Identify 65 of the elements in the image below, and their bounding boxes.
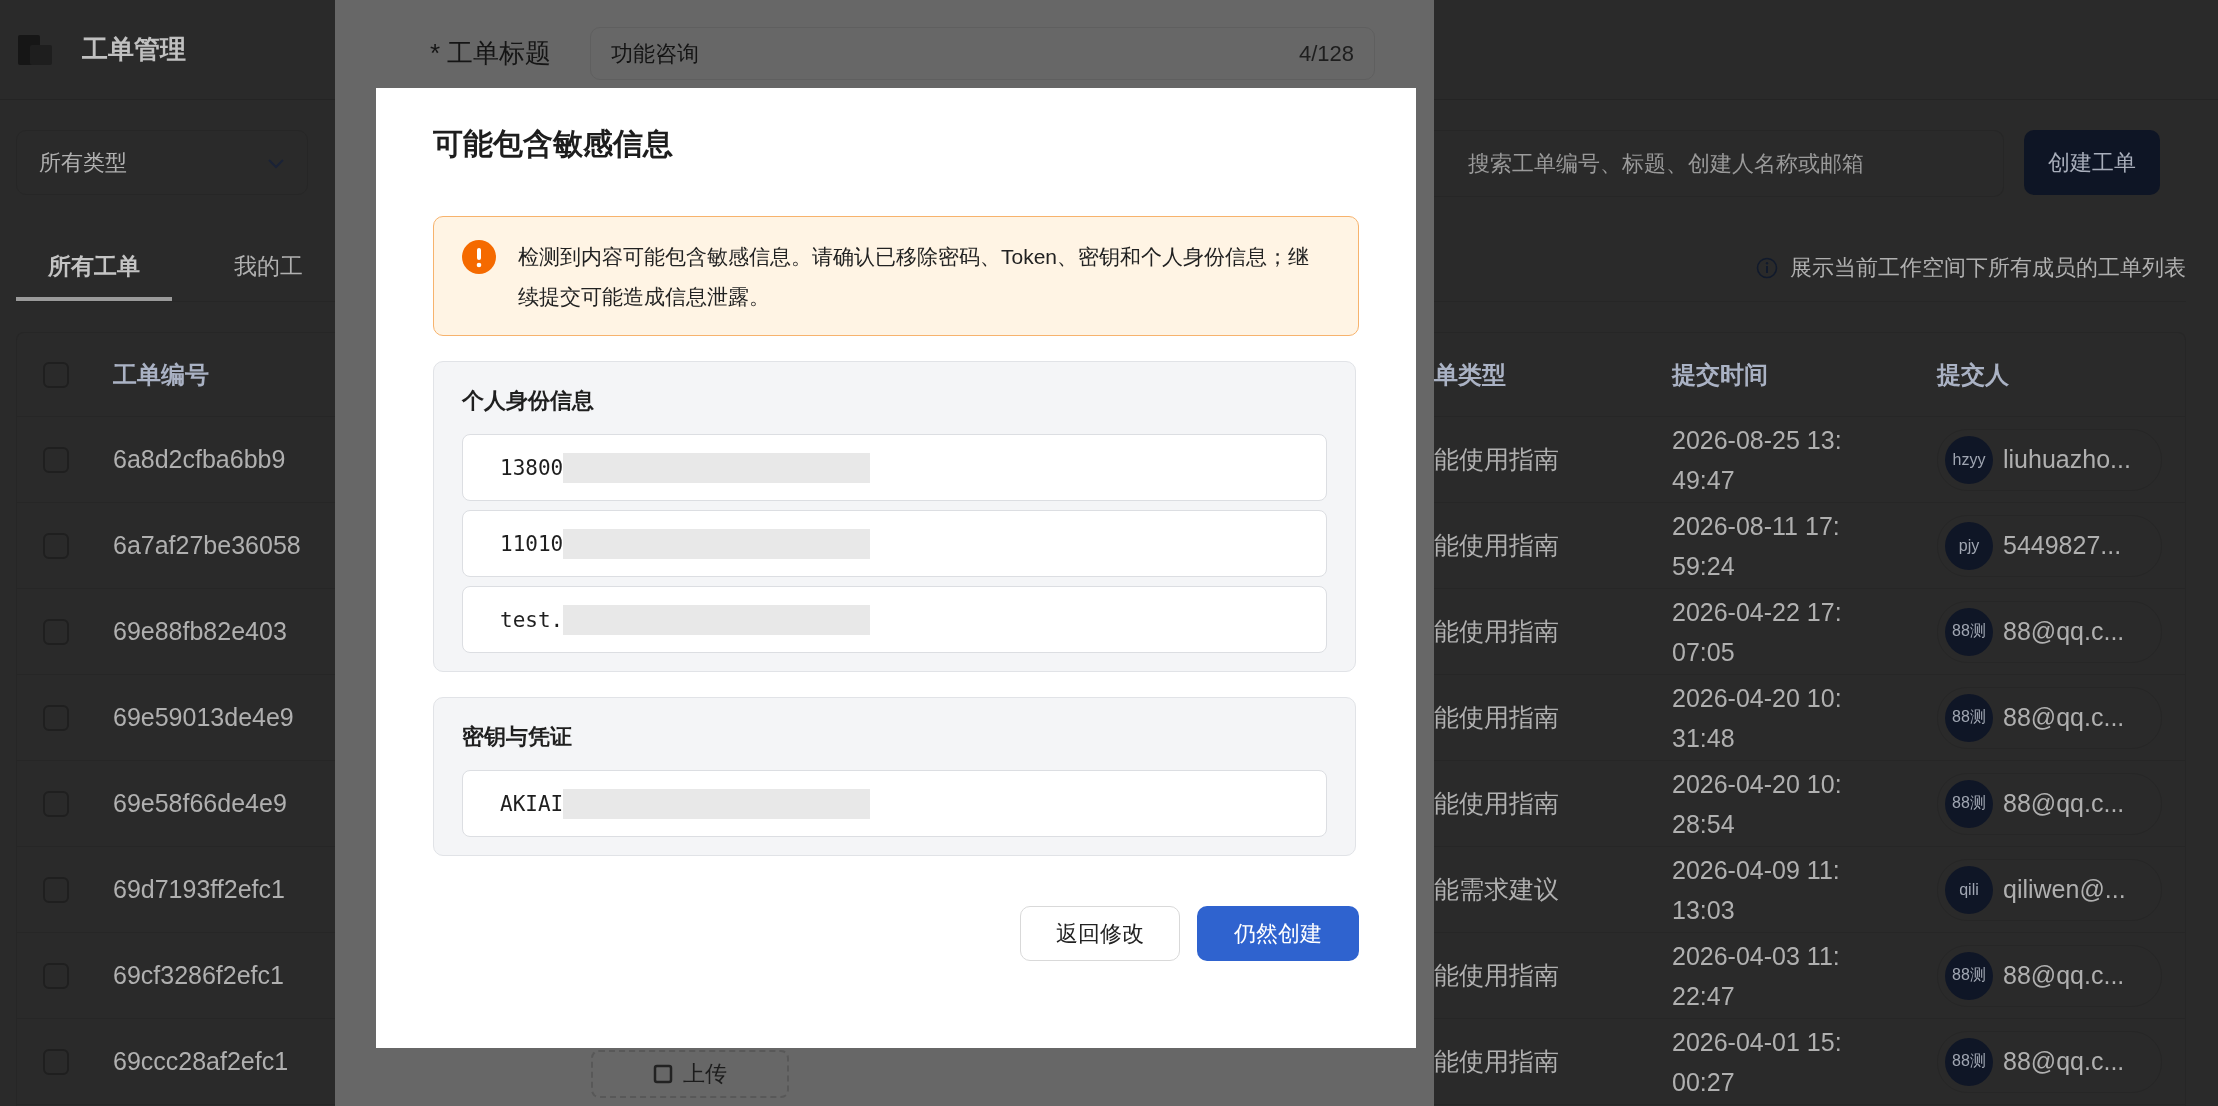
avatar: 88测 xyxy=(1945,779,1993,828)
table-cell-text: 2026-04-20 10:31:48 xyxy=(1672,682,1843,754)
table-cell-text: 能使用指南 xyxy=(1434,530,1560,561)
avatar: 88测 xyxy=(1945,1037,1993,1086)
table-cell-text: 2026-04-01 15:00:27 xyxy=(1672,1026,1843,1098)
avatar: qili xyxy=(1945,865,1993,914)
table-cell: 69e59013de4e9 xyxy=(113,703,294,732)
create-button[interactable]: 创建工单 xyxy=(2024,130,2160,195)
field-label: * 工单标题 xyxy=(430,37,553,70)
avatar: 88测 xyxy=(1945,951,1993,1000)
table-cell: 69ccc28af2efc1 xyxy=(113,1047,289,1076)
info-icon xyxy=(1756,257,1778,279)
table-cell-text: 能使用指南 xyxy=(1434,702,1560,733)
section-heading: 个人身份信息 xyxy=(462,387,595,415)
table-cell-text: 能使用指南 xyxy=(1434,960,1560,991)
user-name: 88@qq.c... xyxy=(2003,703,2125,732)
table-cell-text: 能使用指南 xyxy=(1434,1046,1560,1077)
table-cell-text: 2026-04-22 17:07:05 xyxy=(1672,596,1843,668)
column-header: 工单编号 xyxy=(113,359,209,390)
column-header: 提交时间 xyxy=(1672,359,1769,390)
tab[interactable]: 所有工单 xyxy=(16,235,172,301)
user-name: 88@qq.c... xyxy=(2003,789,2125,818)
table-cell-text: 2026-08-11 17:59:24 xyxy=(1672,510,1841,582)
back-button[interactable]: 返回修改 xyxy=(1020,906,1180,961)
table-cell-text: 能使用指南 xyxy=(1434,444,1560,475)
table-cell-text: 2026-04-09 11:13:03 xyxy=(1672,854,1841,926)
table-cell-text: 能使用指南 xyxy=(1434,616,1560,647)
table-cell: 69e58f66de4e9 xyxy=(113,789,287,818)
table-cell: 69d7193ff2efc1 xyxy=(113,875,285,904)
table-cell-text: 2026-04-20 10:28:54 xyxy=(1672,768,1843,840)
table-cell: 69cf3286f2efc1 xyxy=(113,961,284,990)
table-cell: 6a8d2cfba6bb9 xyxy=(113,445,286,474)
avatar: 88测 xyxy=(1945,693,1993,742)
table-cell: 6a7af27be36058 xyxy=(113,531,301,560)
table-cell: 69e88fb82e403 xyxy=(113,617,287,646)
tab[interactable]: 我的工 xyxy=(202,235,335,301)
table-cell-text: 2026-04-03 11:22:47 xyxy=(1672,940,1841,1012)
column-header: 提交人 xyxy=(1937,359,2009,390)
page-title: 工单管理 xyxy=(82,33,186,66)
table-cell-text: 能使用指南 xyxy=(1434,788,1560,819)
user-name: qiliwen@... xyxy=(2003,875,2126,904)
alert-message: 检测到内容可能包含敏感信息。请确认已移除密码、Token、密钥和个人身份信息；继续提交可能造成信息泄露。 xyxy=(518,244,1311,310)
user-name: 88@qq.c... xyxy=(2003,961,2125,990)
user-name: 88@qq.c... xyxy=(2003,1047,2125,1076)
detected-item: test. xyxy=(462,586,1327,653)
table-cell-text: 2026-08-25 13:49:47 xyxy=(1672,424,1843,496)
avatar: hzyy xyxy=(1945,435,1993,484)
table-cell-text: 能需求建议 xyxy=(1434,874,1560,905)
confirm-button[interactable]: 仍然创建 xyxy=(1197,906,1359,961)
upload-icon xyxy=(653,1064,673,1084)
exclamation-icon xyxy=(462,240,496,274)
info-text: 展示当前工作空间下所有成员的工单列表 xyxy=(1790,254,2186,282)
dialog-title: 可能包含敏感信息 xyxy=(433,126,674,162)
user-name: 5449827... xyxy=(2003,531,2122,560)
search-field[interactable]: 搜索工单编号、标题、创建人名称或邮箱 xyxy=(1434,130,2004,197)
detected-item: 13800 xyxy=(462,434,1327,501)
section-heading: 密钥与凭证 xyxy=(462,723,573,751)
avatar: pjy xyxy=(1945,521,1993,570)
detected-item: AKIAI xyxy=(462,770,1327,837)
column-header: 单类型 xyxy=(1434,359,1507,390)
avatar: 88测 xyxy=(1945,607,1993,656)
user-name: liuhuazho... xyxy=(2003,445,2131,474)
user-name: 88@qq.c... xyxy=(2003,617,2125,646)
type-select[interactable]: 所有类型 xyxy=(16,130,308,195)
detected-item: 11010 xyxy=(462,510,1327,577)
